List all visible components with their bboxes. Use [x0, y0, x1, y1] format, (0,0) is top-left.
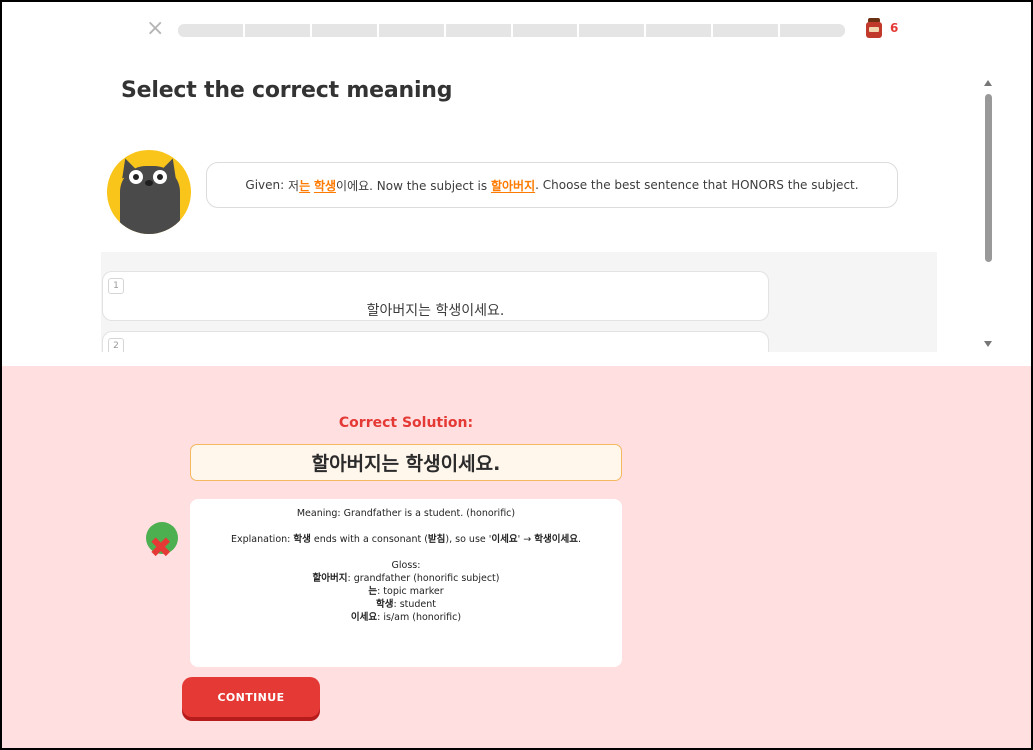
- prompt-subject-highlight: 할아버지: [490, 178, 536, 193]
- explanation-part: .: [577, 534, 581, 545]
- answer-option[interactable]: 1 할아버지는 학생이세요.: [102, 271, 769, 321]
- gloss-term: 할아버지: [312, 573, 348, 584]
- explanation-term: 이세요: [491, 534, 518, 545]
- gloss-def: : student: [393, 599, 437, 610]
- explanation-part: ends with a consonant (: [313, 534, 428, 545]
- gloss-line: 학생: student: [196, 598, 616, 611]
- prompt-given-label: Given:: [245, 178, 285, 192]
- gloss-term: 이세요: [350, 612, 378, 623]
- correct-answer: 할아버지는 학생이세요.: [190, 444, 622, 481]
- scroll-up-arrow-icon[interactable]: [984, 80, 992, 86]
- progress-segment: [446, 24, 513, 37]
- progress-segment: [646, 24, 714, 37]
- cat-mascot-icon: [107, 150, 191, 234]
- answer-options: 1 할아버지는 학생이세요. 2: [101, 252, 937, 352]
- progress-segment: [379, 24, 446, 37]
- continue-button[interactable]: CONTINUE: [182, 677, 320, 717]
- progress-segment: [780, 24, 845, 37]
- explanation-term: 학생이세요: [534, 534, 578, 545]
- explanation-term: 받침: [427, 534, 446, 545]
- option-number: 2: [108, 338, 124, 352]
- answer-option[interactable]: 2: [102, 331, 769, 352]
- prompt-highlight: 학생: [313, 178, 337, 193]
- close-icon[interactable]: ×: [146, 18, 164, 40]
- prompt-bubble: Given: 저는 학생 이에요. Now the subject is 할아버지…: [206, 162, 898, 208]
- progress-bar: [178, 24, 845, 37]
- explanation-text: Explanation: 학생 ends with a consonant (받…: [196, 533, 616, 546]
- scroll-down-arrow-icon[interactable]: [984, 341, 992, 347]
- prompt-word: 저: [288, 178, 300, 193]
- gloss-line: 는: topic marker: [196, 585, 616, 598]
- gloss-term: 학생: [375, 599, 394, 610]
- result-panel: Correct Solution: 할아버지는 학생이세요. ✖ Meaning…: [0, 366, 1033, 750]
- hearts-count: 6: [890, 21, 899, 35]
- progress-segment: [513, 24, 580, 37]
- jam-jar-icon: [866, 18, 882, 38]
- progress-segment: [579, 24, 647, 37]
- prompt-highlight: 는: [299, 178, 311, 193]
- progress-segment: [713, 24, 781, 37]
- option-number: 1: [108, 278, 124, 294]
- prompt-text: 이에요. Now the subject is: [336, 178, 488, 193]
- gloss-def: : topic marker: [377, 586, 444, 597]
- meaning-text: Meaning: Grandfather is a student. (hono…: [296, 508, 516, 519]
- red-x-icon: ✖: [149, 531, 173, 564]
- incorrect-status-icon: ✖: [146, 522, 178, 566]
- gloss-title: Gloss:: [391, 560, 421, 571]
- gloss-term: 는: [368, 586, 378, 597]
- explanation-part: ' →: [517, 534, 532, 545]
- gloss-def: : grandfather (honorific subject): [347, 573, 500, 584]
- explanation-part: ), so use ': [445, 534, 492, 545]
- gloss-line: 할아버지: grandfather (honorific subject): [196, 572, 616, 585]
- explanation-label: Explanation:: [231, 534, 291, 545]
- prompt-text: . Choose the best sentence that HONORS t…: [535, 178, 859, 192]
- result-label: Correct Solution:: [338, 415, 474, 431]
- progress-segment: [178, 24, 245, 37]
- option-text: 할아버지는 학생이세요.: [366, 303, 505, 319]
- explanation-term: 학생: [293, 534, 311, 545]
- hearts-counter: 6: [866, 18, 898, 38]
- page-title: Select the correct meaning: [121, 78, 453, 103]
- progress-segment: [245, 24, 312, 37]
- progress-segment: [312, 24, 379, 37]
- explanation-card: Meaning: Grandfather is a student. (hono…: [190, 499, 622, 667]
- scrollbar-thumb[interactable]: [985, 94, 992, 262]
- gloss-def: : is/am (honorific): [377, 612, 462, 623]
- gloss-line: 이세요: is/am (honorific): [196, 611, 616, 624]
